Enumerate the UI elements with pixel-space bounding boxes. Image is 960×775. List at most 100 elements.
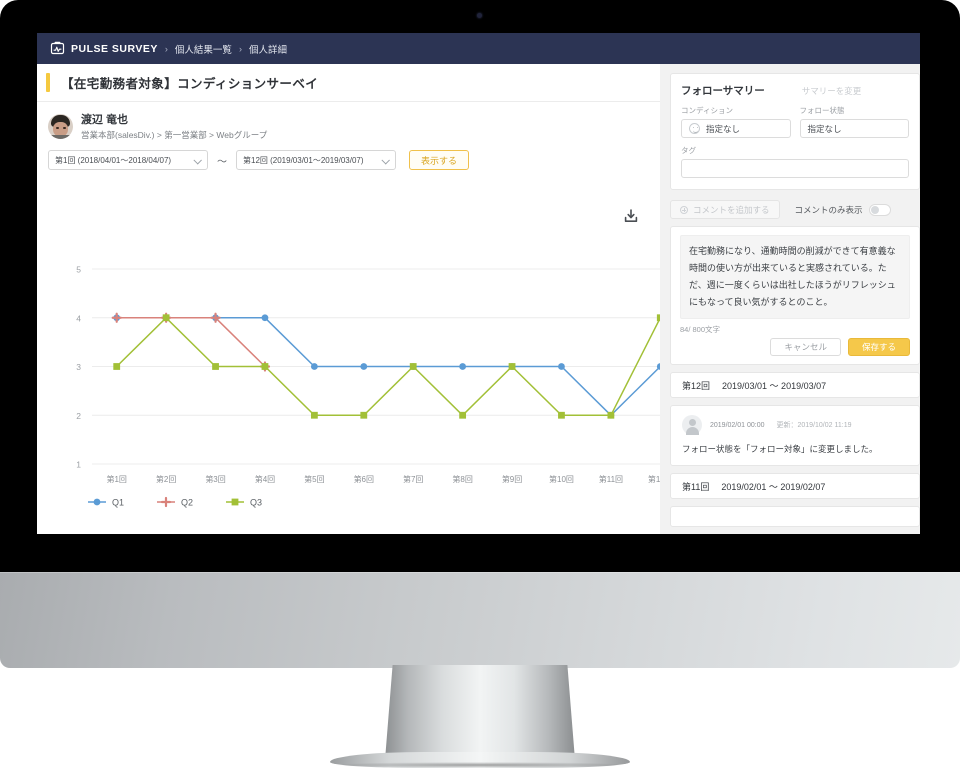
condition-line-chart: 1 2 3 4 5 第1回 第2回 第3回 第4回 第5回 第6回 第7回 第8回 第9回 第10回 第11回… xyxy=(37,229,690,514)
data-point-Q1 xyxy=(558,363,565,370)
save-button[interactable]: 保存する xyxy=(847,338,910,356)
cancel-button[interactable]: キャンセル xyxy=(770,338,841,356)
stand-shadow xyxy=(336,762,624,768)
y-axis-tick-label: 2 xyxy=(76,411,81,421)
imac-monitor: PULSE SURVEY › 個人結果一覧 › 個人詳細 【在宅勤務者対象】コン… xyxy=(0,0,960,775)
add-comment-label: コメントを追加する xyxy=(693,204,770,215)
x-axis-tick-label: 第3回 xyxy=(205,474,225,484)
condition-label: コンディション xyxy=(681,106,733,115)
screen-content: PULSE SURVEY › 個人結果一覧 › 個人詳細 【在宅勤務者対象】コン… xyxy=(37,33,920,534)
y-axis-tick-label: 1 xyxy=(76,460,81,470)
user-info-row: 渡辺 竜也 営業本部(salesDiv.) > 第一営業部 > Webグループ xyxy=(37,102,660,141)
legend-label-Q2: Q2 xyxy=(181,498,193,508)
data-point-Q3 xyxy=(261,363,269,370)
chart-svg: 1 2 3 4 5 第1回 第2回 第3回 第4回 第5回 第6回 第7回 第8回 第9回 第10回 第11回… xyxy=(76,265,685,508)
follow-status-label: フォロー状態 xyxy=(799,106,845,115)
entry-row-12[interactable]: 第12回 2019/03/01 〜 2019/03/07 xyxy=(670,372,920,398)
data-point-Q1 xyxy=(360,363,368,370)
edit-summary-link[interactable]: サマリーを変更 xyxy=(802,85,862,97)
entry-date-range: 2019/02/01 〜 2019/02/07 xyxy=(721,481,826,492)
breadcrumb-separator-2: › xyxy=(238,43,242,54)
period-from-select[interactable]: 第1回 (2018/04/01〜2018/04/07) xyxy=(48,150,208,170)
chevron-down-icon xyxy=(381,156,390,165)
activity-log-card: 2019/02/01 00:00 更新：2019/10/02 11:19 フォロ… xyxy=(670,405,920,466)
brand-name[interactable]: PULSE SURVEY xyxy=(71,43,158,55)
comment-toolbar: コメントを追加する コメントのみ表示 xyxy=(670,200,920,219)
smiley-icon xyxy=(689,123,700,134)
data-point-Q3 xyxy=(360,411,368,419)
data-point-Q3 xyxy=(508,363,516,370)
log-text: フォロー状態を「フォロー対象」に変更しました。 xyxy=(682,444,878,454)
only-comment-label: コメントのみ表示 xyxy=(794,204,863,215)
entry-number: 第11回 xyxy=(682,481,710,492)
x-axis-tick-label: 第5回 xyxy=(304,474,324,484)
comment-textarea[interactable]: 在宅勤務になり、通勤時間の削減ができて有意義な時間の使い方が出来ていると実感され… xyxy=(680,235,910,319)
range-tilde: 〜 xyxy=(217,156,227,168)
main-content-panel: 【在宅勤務者対象】コンディションサーベイ 渡辺 竜也 営業本部(salesDiv… xyxy=(37,64,685,534)
x-axis-tick-label: 第9回 xyxy=(502,474,522,484)
data-point-Q1 xyxy=(459,363,467,370)
only-comment-toggle[interactable] xyxy=(868,203,891,216)
condition-select[interactable]: 指定なし xyxy=(681,119,791,138)
x-axis-tick-label: 第7回 xyxy=(403,474,423,484)
user-avatar-icon xyxy=(682,415,702,435)
follow-summary-title: フォローサマリー xyxy=(681,85,765,97)
entry-number: 第12回 xyxy=(682,380,711,391)
monitor-stand-neck xyxy=(385,665,575,760)
data-point-Q2 xyxy=(111,312,122,323)
x-axis-tick-label: 第10回 xyxy=(549,474,574,484)
period-filter-row: 第1回 (2018/04/01〜2018/04/07) 〜 第12回 (2019… xyxy=(37,141,660,170)
character-counter: 84/ 800文字 xyxy=(680,325,721,334)
tag-label: タグ xyxy=(681,146,696,155)
legend-label-Q1: Q1 xyxy=(112,498,124,508)
monitor-chin xyxy=(0,572,960,668)
user-organization: 営業本部(salesDiv.) > 第一営業部 > Webグループ xyxy=(81,130,268,140)
webcam-dot xyxy=(477,13,482,18)
plus-circle-icon xyxy=(680,205,688,214)
tag-input[interactable] xyxy=(681,159,909,178)
legend-label-Q3: Q3 xyxy=(250,498,262,508)
condition-value: 指定なし xyxy=(706,123,741,134)
follow-summary-panel: フォローサマリー サマリーを変更 コンディション 指定なし フォロー状態 指定な… xyxy=(660,64,920,534)
breadcrumb-individual-detail[interactable]: 個人詳細 xyxy=(249,42,287,56)
data-point-Q3 xyxy=(310,411,318,419)
pulse-survey-logo-icon xyxy=(50,41,65,56)
breadcrumb-separator-1: › xyxy=(164,43,168,54)
data-point-Q3 xyxy=(459,411,467,419)
page-title: 【在宅勤務者対象】コンディションサーベイ xyxy=(61,77,319,91)
period-to-select[interactable]: 第12回 (2019/03/01〜2019/03/07) xyxy=(236,150,396,170)
x-axis-tick-label: 第4回 xyxy=(255,474,275,484)
download-icon[interactable] xyxy=(622,207,640,225)
y-axis-tick-label: 3 xyxy=(76,362,81,372)
chevron-down-icon xyxy=(193,156,202,165)
data-point-Q3 xyxy=(558,411,565,419)
comment-editor-card: 在宅勤務になり、通勤時間の削減ができて有意義な時間の使い方が出来ていると実感され… xyxy=(670,226,920,365)
activity-log-card-partial xyxy=(670,506,920,527)
data-point-Q3 xyxy=(409,363,417,370)
y-axis-tick-label: 4 xyxy=(76,313,81,323)
breadcrumb-individual-results[interactable]: 個人結果一覧 xyxy=(175,42,232,56)
follow-status-select[interactable]: 指定なし xyxy=(799,119,909,138)
data-point-Q3 xyxy=(162,314,170,322)
data-point-Q3 xyxy=(212,363,219,370)
entry-date-range: 2019/03/01 〜 2019/03/07 xyxy=(722,380,827,391)
x-axis-tick-label: 第1回 xyxy=(106,474,126,484)
page-title-row: 【在宅勤務者対象】コンディションサーベイ xyxy=(37,64,660,102)
x-axis-tick-label: 第11回 xyxy=(599,474,623,484)
log-updated: 更新：2019/10/02 11:19 xyxy=(776,422,852,429)
data-point-Q1 xyxy=(261,314,269,322)
data-point-Q3 xyxy=(607,411,615,419)
show-button[interactable]: 表示する xyxy=(409,150,470,170)
follow-summary-card: フォローサマリー サマリーを変更 コンディション 指定なし フォロー状態 指定な… xyxy=(670,73,920,190)
data-point-Q1 xyxy=(310,363,318,370)
period-to-value: 第12回 (2019/03/01〜2019/03/07) xyxy=(243,155,364,165)
avatar xyxy=(48,113,73,139)
user-name: 渡辺 竜也 xyxy=(81,114,129,126)
entry-row-11[interactable]: 第11回 2019/02/01 〜 2019/02/07 xyxy=(670,473,920,499)
follow-status-value: 指定なし xyxy=(807,123,842,134)
x-axis-tick-label: 第6回 xyxy=(354,474,374,484)
y-axis-tick-label: 5 xyxy=(76,265,81,275)
top-navigation-bar: PULSE SURVEY › 個人結果一覧 › 個人詳細 xyxy=(37,33,920,64)
add-comment-button[interactable]: コメントを追加する xyxy=(670,200,780,219)
log-date: 2019/02/01 00:00 xyxy=(710,421,765,429)
